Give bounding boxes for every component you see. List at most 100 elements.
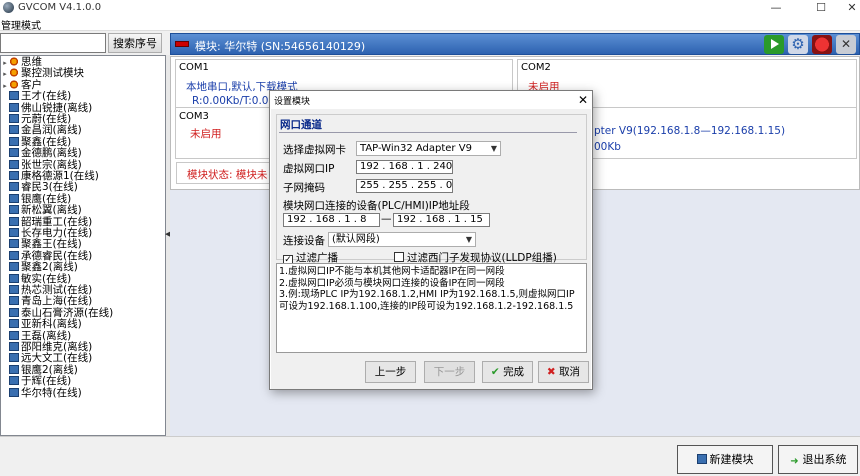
cancel-label: 取消 (559, 366, 581, 378)
tree-device[interactable]: 银鹰2(离线) (1, 364, 78, 376)
tree-item-label: 佛山锐捷(离线) (21, 101, 93, 114)
minimize-button[interactable]: — (758, 0, 794, 16)
finish-label: 完成 (503, 366, 525, 378)
search-input[interactable] (0, 33, 106, 53)
exit-button[interactable]: ➜ 退出系统 (778, 445, 858, 474)
device-icon (9, 205, 19, 215)
subnet-mask-input[interactable]: 255 . 255 . 255 . 0 (356, 179, 453, 193)
menu-manage-mode[interactable]: 管理模式 (1, 17, 41, 32)
nic-select[interactable]: TAP-Win32 Adapter V9 ▼ (356, 141, 501, 156)
module-status-text: 模块状态: 模块未 (187, 169, 268, 181)
tree-device[interactable]: 敏实(在线) (1, 273, 71, 285)
device-icon (9, 364, 19, 374)
network-channel-range: pter V9(192.168.1.8—192.168.1.15) (594, 125, 786, 137)
device-icon (9, 353, 19, 363)
tree-device[interactable]: 银鹰(在线) (1, 193, 71, 205)
device-icon (9, 182, 19, 192)
tree-item-label: 金德鹏(离线) (21, 147, 82, 160)
device-icon (9, 125, 19, 135)
tree-item-label: 睿民3(在线) (21, 181, 78, 194)
tree-device[interactable]: 新松翼(离线) (1, 204, 82, 216)
tree-item-label: 泰山石膏济源(在线) (21, 306, 114, 319)
exit-label: 退出系统 (802, 453, 847, 466)
settings-dialog: 设置模块 ✕ 网口通道 选择虚拟网卡 TAP-Win32 Adapter V9 ▼… (269, 90, 593, 390)
tree-device[interactable]: 华尔特(在线) (1, 387, 82, 399)
device-icon (9, 136, 19, 146)
ip-range-start-input[interactable]: 192 . 168 . 1 . 8 (283, 213, 380, 227)
tree-device[interactable]: 聚鑫(在线) (1, 136, 71, 148)
dialog-body: 网口通道 选择虚拟网卡 TAP-Win32 Adapter V9 ▼ 虚拟网口IP… (271, 109, 591, 389)
device-icon (9, 285, 19, 294)
tree-item-label: 承德睿民(在线) (21, 249, 93, 262)
tree-item-label: 青岛上海(在线) (21, 295, 93, 308)
connected-device-select[interactable]: (默认网段) ▼ (328, 232, 476, 247)
settings-button[interactable]: ⚙ (788, 35, 808, 54)
tree-device[interactable]: 承德睿民(在线) (1, 250, 92, 262)
tree-device[interactable]: 睿民3(在线) (1, 181, 78, 193)
tree-item-label: 张世宗(离线) (21, 158, 82, 171)
device-tree[interactable]: ▸ 思维 ▸ 聚控测试模块 ▸ 客户 王才(在线) 佛山锐捷(离线) 元蔚(在线) 金昌润(离线)… (0, 55, 166, 436)
start-button[interactable] (764, 35, 784, 54)
dialog-title: 设置模块 (274, 97, 311, 107)
tree-device[interactable]: 金德鹏(离线) (1, 147, 82, 159)
tree-device[interactable]: 王磊(离线) (1, 330, 71, 342)
device-icon (9, 148, 19, 158)
device-icon (9, 273, 19, 283)
tree-device[interactable]: 青岛上海(在线) (1, 295, 92, 307)
menu-bar: 管理模式 (0, 16, 860, 32)
checkbox-unchecked-icon (394, 252, 404, 262)
tree-device[interactable]: 佛山锐捷(离线) (1, 102, 92, 114)
new-module-button[interactable]: 新建模块 (677, 445, 773, 474)
tree-device[interactable]: 泰山石膏济源(在线) (1, 307, 113, 319)
tree-item-label: 聚鑫(在线) (21, 135, 72, 148)
tree-item-label: 聚鑫王(在线) (21, 238, 82, 251)
device-icon (9, 114, 19, 123)
device-icon (9, 376, 19, 386)
window-title: GVCOM V4.1.0.0 (18, 2, 102, 13)
check-icon: ✔ (490, 366, 504, 378)
tree-device[interactable]: 张世宗(离线) (1, 159, 82, 171)
title-bar: GVCOM V4.1.0.0 — ☐ ✕ (0, 0, 860, 16)
connected-device-label: 连接设备 (283, 235, 325, 247)
app-icon (3, 2, 14, 13)
tree-group[interactable]: ▸ 客户 (1, 79, 42, 91)
device-icon (9, 319, 19, 329)
com2-title: COM2 (521, 62, 551, 73)
device-icon (9, 228, 19, 237)
tree-device[interactable]: 聚鑫王(在线) (1, 238, 82, 250)
new-module-label: 新建模块 (709, 453, 754, 466)
tree-device[interactable]: 聚鑫2(离线) (1, 261, 78, 273)
tree-device[interactable]: 韶瑞重工(在线) (1, 216, 92, 228)
tree-device[interactable]: 远大文工(在线) (1, 352, 92, 364)
device-icon (9, 159, 19, 169)
tree-item-label: 聚控测试模块 (21, 67, 84, 80)
device-icon (9, 387, 19, 397)
close-module-button[interactable]: ✕ (836, 35, 856, 54)
tree-item-label: 银鹰2(离线) (21, 363, 78, 376)
close-window-button[interactable]: ✕ (834, 0, 860, 16)
virtual-ip-input[interactable]: 192 . 168 . 1 . 240 (356, 160, 453, 174)
group-icon (9, 68, 19, 78)
cancel-button[interactable]: ✖ 取消 (538, 361, 589, 383)
dialog-close-button[interactable]: ✕ (573, 91, 593, 109)
tree-device[interactable]: 王才(在线) (1, 90, 71, 102)
tree-item-label: 王才(在线) (21, 90, 72, 103)
tree-device[interactable]: 亚新科(离线) (1, 318, 82, 330)
stop-button[interactable] (812, 35, 832, 54)
cancel-icon: ✖ (546, 366, 560, 378)
device-icon (9, 239, 19, 249)
finish-button[interactable]: ✔ 完成 (482, 361, 533, 383)
network-channel-rate: 00Kb (594, 141, 621, 153)
chevron-down-icon: ▼ (490, 144, 497, 153)
prev-step-button[interactable]: 上一步 (365, 361, 416, 383)
tree-device[interactable]: 于辉(在线) (1, 375, 71, 387)
tree-item-label: 敏实(在线) (21, 272, 72, 285)
group-title: 网口通道 (280, 119, 322, 131)
tree-device[interactable]: 金昌润(离线) (1, 124, 82, 136)
ip-range-end-input[interactable]: 192 . 168 . 1 . 15 (393, 213, 490, 227)
tree-group[interactable]: ▸ 聚控测试模块 (1, 67, 84, 79)
tree-item-label: 远大文工(在线) (21, 352, 93, 365)
search-serial-button[interactable]: 搜索序号 (108, 33, 162, 53)
next-step-button[interactable]: 下一步 (424, 361, 475, 383)
tree-item-label: 聚鑫2(离线) (21, 261, 78, 274)
